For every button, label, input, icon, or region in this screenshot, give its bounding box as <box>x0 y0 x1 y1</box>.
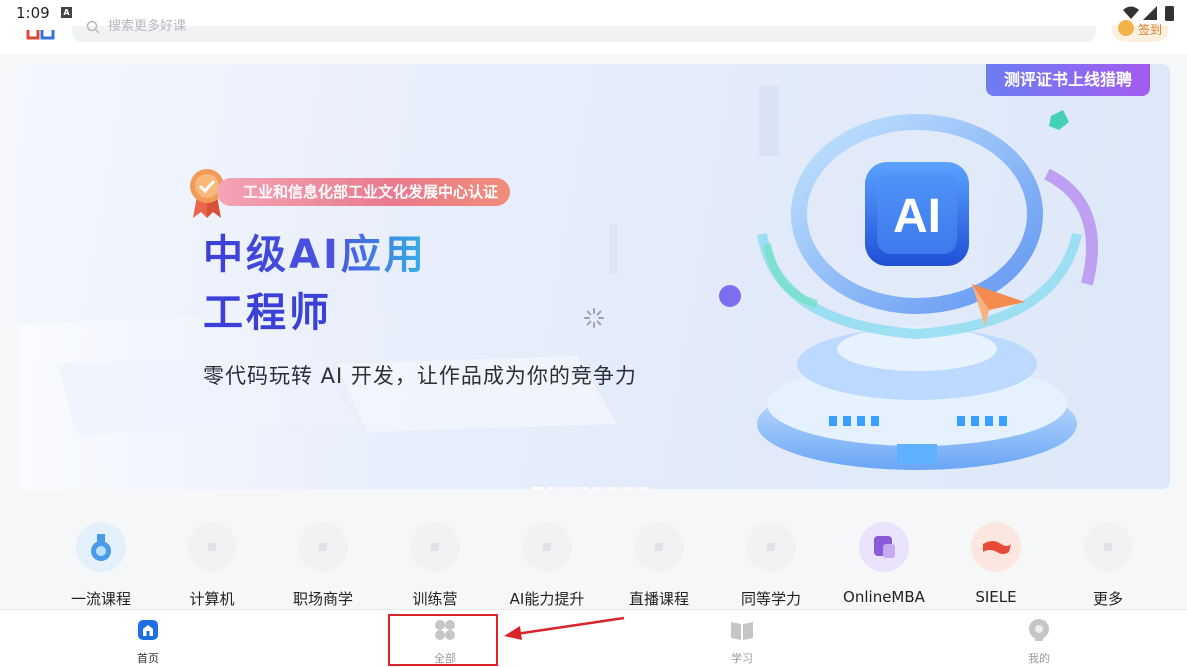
placeholder-icon <box>1083 522 1133 572</box>
category-item[interactable]: AI能力提升 <box>492 510 602 610</box>
category-item[interactable]: 直播课程 <box>604 510 714 610</box>
category-item[interactable]: 训练营 <box>380 510 490 610</box>
notification-icon: A <box>61 7 72 18</box>
search-placeholder: 搜索更多好课 <box>108 19 187 34</box>
signal-icon <box>1143 6 1157 20</box>
pointer-arrow <box>504 616 625 640</box>
pager-dot <box>592 487 604 489</box>
home-icon <box>138 620 158 640</box>
category-label: 计算机 <box>189 590 235 608</box>
medal-icon <box>76 522 126 572</box>
signin-button[interactable]: 签到 <box>1112 20 1168 42</box>
certification-badge: 工业和信息化部工业文化发展中心认证 <box>217 178 511 206</box>
category-item[interactable]: 职场商学 <box>268 510 378 610</box>
top-header: 搜索更多好课 签到 <box>0 20 1187 54</box>
category-item[interactable]: 一流课程 <box>46 510 156 610</box>
placeholder-icon <box>298 522 348 572</box>
search-icon <box>86 20 100 34</box>
banner-title-line1: 中级AI应用 <box>203 226 427 284</box>
flag-icon <box>971 522 1021 572</box>
category-label: OnlineMBA <box>843 588 925 606</box>
mba-icon <box>859 522 909 572</box>
placeholder-icon <box>522 522 572 572</box>
nav-item[interactable]: 学习 <box>682 610 802 667</box>
banner-title: 中级AI应用 工程师 <box>203 226 427 342</box>
placeholder-icon <box>634 522 684 572</box>
category-row: 一流课程 计算机 职场商学 训练营 AI能力提升 直播课程 同等学力 OnlineMBA SIE… <box>0 510 1187 610</box>
category-label: 一流课程 <box>70 590 131 608</box>
nav-item[interactable]: 我的 <box>979 610 1099 667</box>
search-input[interactable]: 搜索更多好课 <box>72 20 1096 42</box>
category-label: 更多 <box>1092 590 1123 608</box>
coin-icon <box>1118 20 1134 36</box>
category-item[interactable]: 计算机 <box>157 510 267 610</box>
pager-dot <box>577 487 589 489</box>
category-label: 职场商学 <box>292 590 353 608</box>
banner-subtitle: 零代码玩转 AI 开发，让作品成为你的竞争力 <box>203 364 637 388</box>
battery-icon <box>1165 6 1174 21</box>
placeholder-icon <box>187 522 237 572</box>
app-logo <box>26 30 55 40</box>
placeholder-icon <box>746 522 796 572</box>
wifi-icon <box>1123 6 1139 19</box>
category-label: AI能力提升 <box>509 590 585 608</box>
status-icons <box>1123 6 1174 21</box>
nav-label: 我的 <box>1028 652 1050 665</box>
placeholder-icon <box>410 522 460 572</box>
category-item[interactable]: 同等学力 <box>716 510 826 610</box>
pager-dot <box>637 487 649 489</box>
status-time: 1:09 <box>16 4 50 22</box>
nav-label: 首页 <box>137 652 159 665</box>
pager-dot <box>622 487 634 489</box>
ai-badge-text: AI <box>893 190 941 243</box>
pager-dot <box>562 487 574 489</box>
promo-tag: 测评证书上线猎聘 <box>985 64 1150 96</box>
book-icon <box>731 622 753 640</box>
banner-title-line2: 工程师 <box>203 290 332 336</box>
nav-item[interactable]: 首页 <box>88 610 208 667</box>
category-item[interactable]: SIELE <box>941 510 1051 610</box>
category-label: 同等学力 <box>740 590 801 608</box>
ai-badge: AI <box>893 190 941 243</box>
promo-banner[interactable]: 测评证书上线猎聘 工业和信息化部工业文化发展中心认证 中级AI应用 工程师 零代… <box>17 64 1170 489</box>
signin-label: 签到 <box>1138 23 1163 37</box>
pager-dot <box>547 487 559 489</box>
pager-dot <box>532 487 544 489</box>
category-label: 直播课程 <box>628 590 689 608</box>
banner-artwork <box>17 86 1098 489</box>
category-item[interactable]: OnlineMBA <box>829 510 939 610</box>
highlight-box <box>388 614 498 666</box>
banner-pager <box>532 474 662 489</box>
pager-dot <box>607 487 619 489</box>
profile-icon <box>1029 619 1049 641</box>
category-item[interactable]: 更多 <box>1053 510 1163 610</box>
category-label: SIELE <box>975 588 1017 606</box>
category-label: 训练营 <box>412 590 458 608</box>
loading-spinner-icon <box>584 308 604 328</box>
nav-label: 学习 <box>731 652 753 665</box>
